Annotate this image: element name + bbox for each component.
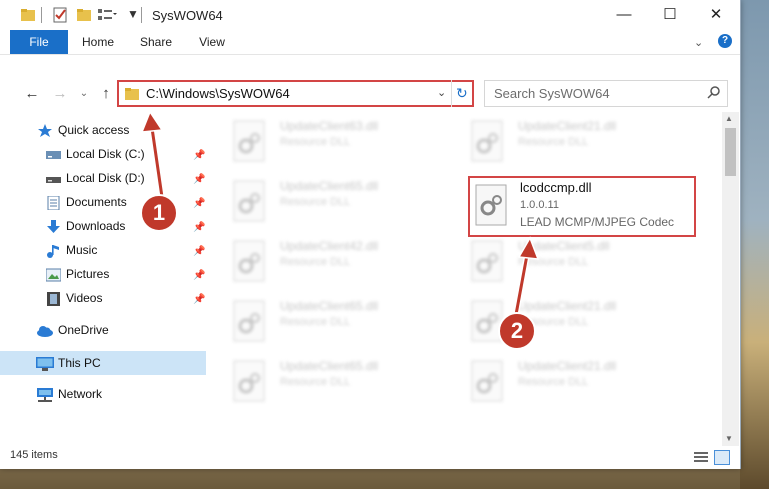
step-1-badge: 1 [140, 194, 178, 232]
annotation-overlay [140, 110, 540, 321]
step-2-badge: 2 [498, 312, 536, 350]
